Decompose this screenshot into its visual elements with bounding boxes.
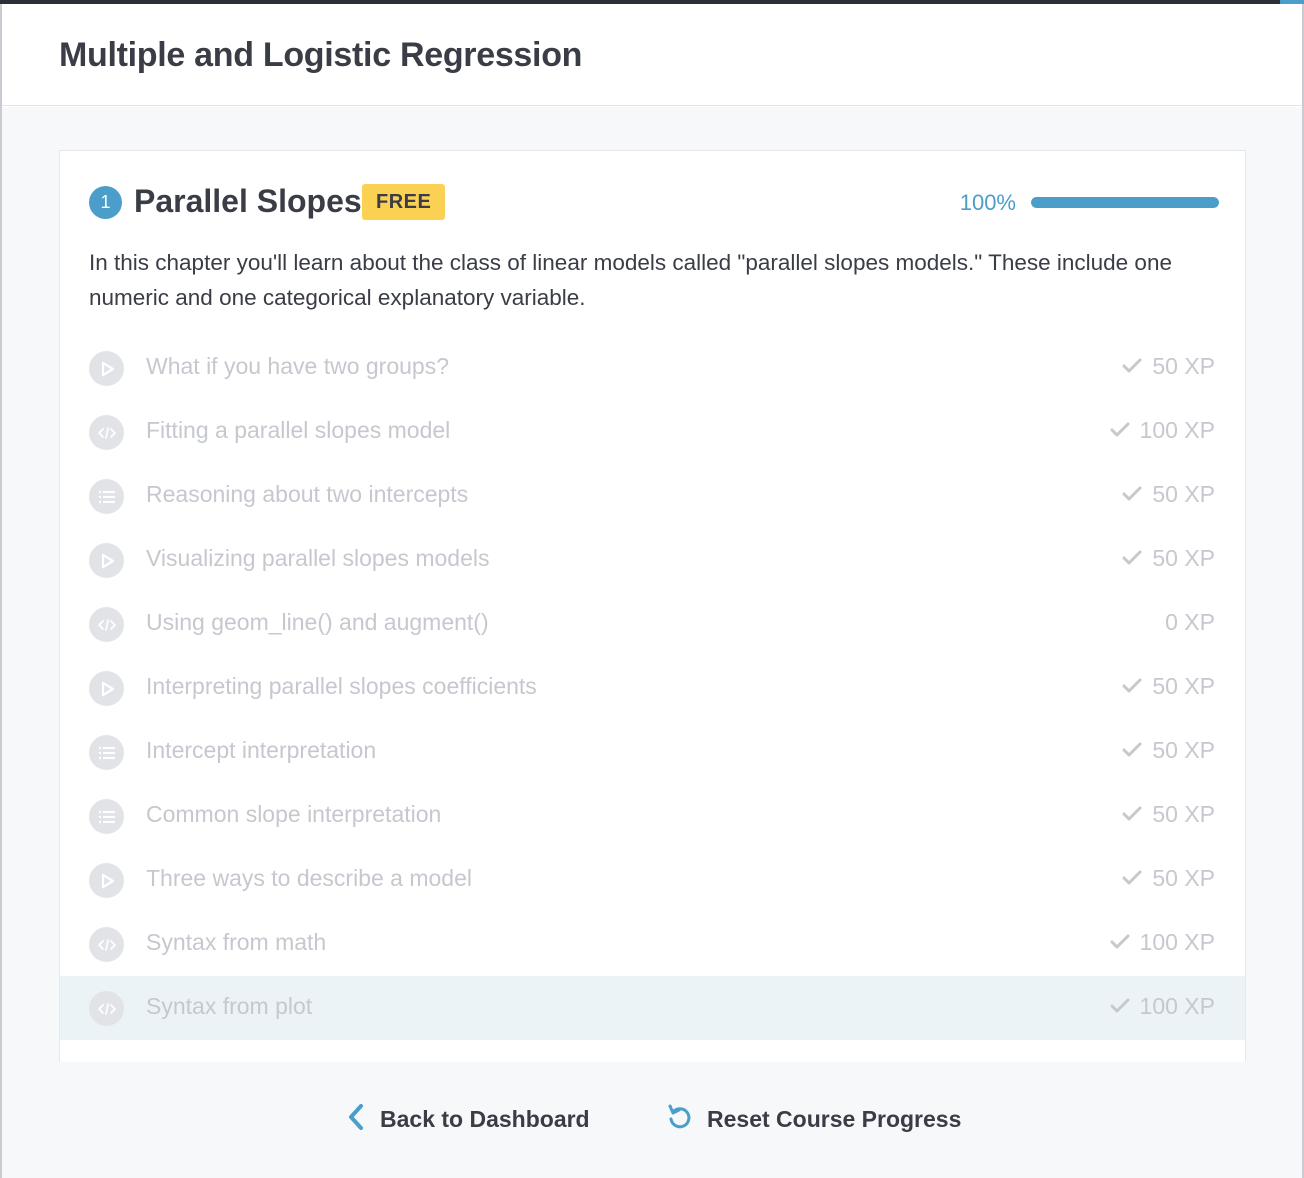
exercise-row[interactable]: Three ways to describe a model 50 XP bbox=[60, 848, 1245, 912]
checkmark-icon bbox=[1122, 353, 1142, 380]
exercise-xp-value: 50 XP bbox=[1152, 481, 1215, 507]
exercise-title: Syntax from plot bbox=[146, 993, 313, 1019]
exercise-title: What if you have two groups? bbox=[146, 353, 449, 379]
progress-bar-fill bbox=[1031, 197, 1219, 208]
code-icon bbox=[89, 927, 124, 962]
exercise-title: Using geom_line() and augment() bbox=[146, 609, 489, 635]
code-icon bbox=[89, 415, 124, 450]
exercise-xp-value: 50 XP bbox=[1152, 353, 1215, 379]
exercise-row[interactable]: Syntax from math 100 XP bbox=[60, 912, 1245, 976]
checkmark-icon bbox=[1122, 481, 1142, 508]
exercise-row[interactable]: What if you have two groups? 50 XP bbox=[60, 336, 1245, 400]
exercise-row[interactable]: Fitting a parallel slopes model 100 XP bbox=[60, 400, 1245, 464]
reset-course-progress-button[interactable]: Reset Course Progress bbox=[667, 1103, 961, 1136]
exercise-row[interactable]: Common slope interpretation 50 XP bbox=[60, 784, 1245, 848]
reset-icon bbox=[667, 1103, 693, 1136]
chapter-card: 1 Parallel Slopes FREE 100% In this chap… bbox=[59, 150, 1246, 1062]
exercise-title: Interpreting parallel slopes coefficient… bbox=[146, 673, 537, 699]
exercise-xp: 50 XP bbox=[1122, 545, 1215, 572]
exercise-xp: 50 XP bbox=[1122, 737, 1215, 764]
back-to-dashboard-label: Back to Dashboard bbox=[380, 1106, 590, 1132]
exercise-xp-value: 50 XP bbox=[1152, 865, 1215, 891]
exercise-xp: 50 XP bbox=[1122, 353, 1215, 380]
code-icon bbox=[89, 991, 124, 1026]
exercise-title: Fitting a parallel slopes model bbox=[146, 417, 451, 443]
play-icon bbox=[89, 351, 124, 386]
progress-percent: 100% bbox=[959, 190, 1016, 215]
exercise-xp-value: 50 XP bbox=[1152, 545, 1215, 571]
exercise-xp-value: 100 XP bbox=[1139, 929, 1215, 955]
play-icon bbox=[89, 543, 124, 578]
list-icon bbox=[89, 479, 124, 514]
checkmark-icon bbox=[1122, 865, 1142, 892]
chapter-description: In this chapter you'll learn about the c… bbox=[89, 250, 1172, 310]
exercise-xp: 0 XP bbox=[1165, 609, 1215, 636]
exercise-row[interactable]: Syntax from plot 100 XP bbox=[60, 976, 1245, 1040]
exercise-xp: 100 XP bbox=[1110, 417, 1215, 444]
chapter-title[interactable]: Parallel Slopes bbox=[134, 183, 362, 220]
back-to-dashboard-button[interactable]: Back to Dashboard bbox=[346, 1103, 590, 1136]
exercise-title: Common slope interpretation bbox=[146, 801, 442, 827]
exercise-xp: 100 XP bbox=[1110, 993, 1215, 1020]
reset-course-progress-label: Reset Course Progress bbox=[707, 1106, 962, 1132]
exercise-xp-value: 50 XP bbox=[1152, 673, 1215, 699]
checkmark-icon bbox=[1122, 673, 1142, 700]
checkmark-icon bbox=[1110, 993, 1130, 1020]
exercise-title: Intercept interpretation bbox=[146, 737, 377, 763]
checkmark-icon bbox=[1122, 545, 1142, 572]
exercise-xp: 50 XP bbox=[1122, 481, 1215, 508]
exercise-title: Syntax from math bbox=[146, 929, 327, 955]
list-icon bbox=[89, 735, 124, 770]
chevron-left-icon bbox=[346, 1103, 366, 1136]
exercise-title: Visualizing parallel slopes models bbox=[146, 545, 490, 571]
exercise-xp: 50 XP bbox=[1122, 801, 1215, 828]
list-icon bbox=[89, 799, 124, 834]
exercise-list: What if you have two groups? 50 XP Fitting… bbox=[60, 336, 1245, 1040]
exercise-xp: 50 XP bbox=[1122, 865, 1215, 892]
exercise-xp-value: 50 XP bbox=[1152, 737, 1215, 763]
checkmark-icon bbox=[1110, 417, 1130, 444]
exercise-xp: 100 XP bbox=[1110, 929, 1215, 956]
exercise-xp-value: 100 XP bbox=[1139, 417, 1215, 443]
course-title: Multiple and Logistic Regression bbox=[59, 36, 583, 74]
checkmark-icon bbox=[1110, 929, 1130, 956]
exercise-xp-value: 100 XP bbox=[1139, 993, 1215, 1019]
free-badge: FREE bbox=[362, 184, 446, 220]
chapter-header: 1 Parallel Slopes FREE 100% bbox=[89, 183, 1219, 223]
exercise-row[interactable]: Reasoning about two intercepts 50 XP bbox=[60, 464, 1245, 528]
play-icon bbox=[89, 671, 124, 706]
chapter-number-badge: 1 bbox=[89, 186, 122, 219]
exercise-row[interactable]: Using geom_line() and augment() 0 XP bbox=[60, 592, 1245, 656]
course-header: Multiple and Logistic Regression bbox=[2, 4, 1302, 106]
checkmark-icon bbox=[1122, 801, 1142, 828]
exercise-title: Three ways to describe a model bbox=[146, 865, 472, 891]
exercise-xp: 50 XP bbox=[1122, 673, 1215, 700]
exercise-title: Reasoning about two intercepts bbox=[146, 481, 469, 507]
exercise-row[interactable]: Intercept interpretation 50 XP bbox=[60, 720, 1245, 784]
checkmark-icon bbox=[1122, 737, 1142, 764]
progress-bar bbox=[1031, 197, 1219, 208]
code-icon bbox=[89, 607, 124, 642]
exercise-xp-value: 50 XP bbox=[1152, 801, 1215, 827]
exercise-row[interactable]: Visualizing parallel slopes models 50 XP bbox=[60, 528, 1245, 592]
play-icon bbox=[89, 863, 124, 898]
exercise-row[interactable]: Interpreting parallel slopes coefficient… bbox=[60, 656, 1245, 720]
exercise-xp-value: 0 XP bbox=[1165, 609, 1215, 635]
footer-nav: Back to Dashboard Reset Course Progress bbox=[0, 1095, 1304, 1145]
